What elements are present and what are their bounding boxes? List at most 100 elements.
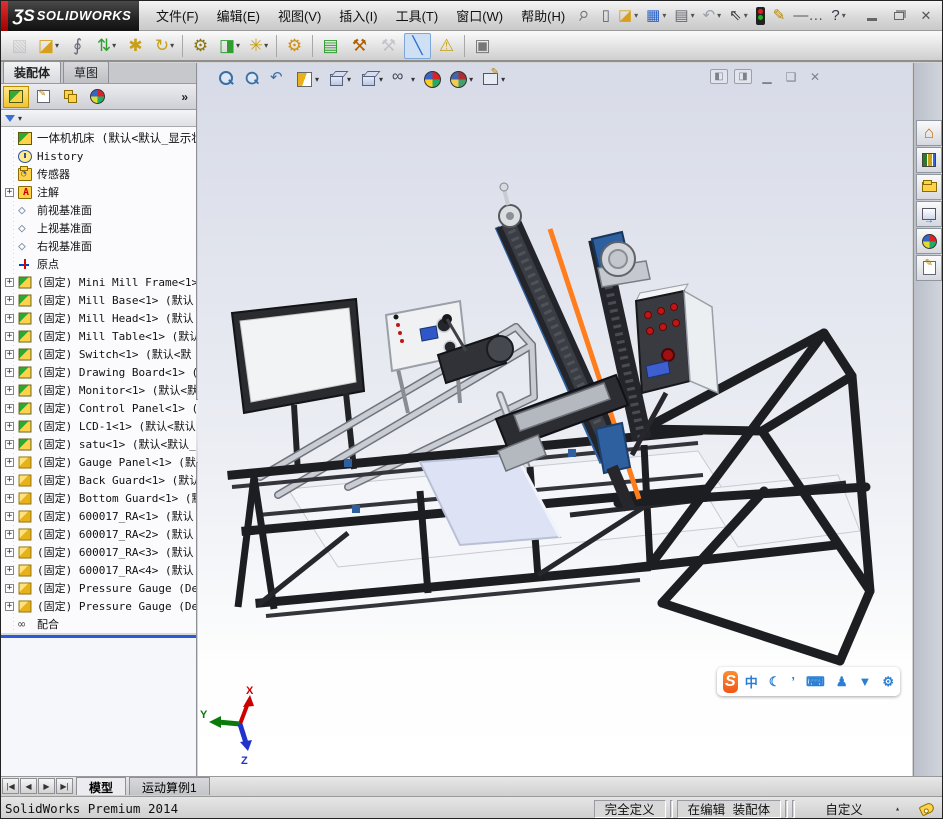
- ime-toolbox-icon[interactable]: ⚙: [882, 674, 894, 690]
- tree-item[interactable]: + (固定) 600017_RA<2> (默认: [1, 525, 196, 543]
- minimize-button[interactable]: [860, 7, 884, 25]
- menu-item[interactable]: 视图(V): [269, 2, 330, 29]
- dropdown-caret[interactable]: ▾: [264, 41, 268, 50]
- pane-split-left-button[interactable]: ◧: [710, 69, 728, 84]
- dropdown-caret[interactable]: ▾: [662, 11, 666, 20]
- tree-item[interactable]: + (固定) Back Guard<1> (默认: [1, 471, 196, 489]
- graphics-viewport[interactable]: X Y Z ▾ ▾ ▾ ▾: [198, 63, 912, 776]
- expand-toggle[interactable]: +: [5, 439, 14, 449]
- view-palette-icon[interactable]: [916, 201, 942, 227]
- dropdown-caret[interactable]: ▾: [55, 41, 59, 50]
- expand-toggle[interactable]: +: [5, 601, 14, 611]
- pushpin-icon[interactable]: ⚲: [574, 6, 591, 25]
- unavailable-tool-button[interactable]: ⚒ ▾: [375, 33, 402, 59]
- tree-item[interactable]: + (固定) Pressure Gauge (Def: [1, 579, 196, 597]
- tree-item[interactable]: + 原点: [1, 255, 196, 273]
- expand-toggle[interactable]: +: [5, 457, 14, 467]
- dropdown-caret[interactable]: ▾: [411, 75, 415, 84]
- menu-item[interactable]: 窗口(W): [447, 2, 512, 29]
- tree-item[interactable]: + (固定) satu<1> (默认<默认_: [1, 435, 196, 453]
- ime-chinese-mode-icon[interactable]: 中: [745, 672, 758, 691]
- assembly-features-button[interactable]: ⚙ ▾: [187, 33, 214, 59]
- appearances-scenes-icon[interactable]: [916, 228, 942, 254]
- propertymanager-tab[interactable]: [30, 86, 56, 108]
- custom-properties-icon[interactable]: [916, 255, 942, 281]
- options-button[interactable]: —… ▾: [790, 4, 826, 28]
- study-tab[interactable]: 运动算例1: [129, 777, 210, 795]
- expand-toggle[interactable]: +: [5, 475, 14, 485]
- tree-item[interactable]: + (固定) Mill Table<1> (默认: [1, 327, 196, 345]
- expand-toggle[interactable]: +: [5, 511, 14, 521]
- tree-item[interactable]: + (固定) Mill Head<1> (默认: [1, 309, 196, 327]
- ime-skin-icon[interactable]: ▼: [858, 674, 871, 689]
- new-part-button[interactable]: ◨ ▾: [216, 33, 243, 59]
- dropdown-caret[interactable]: ▾: [112, 41, 116, 50]
- tag-icon[interactable]: [918, 801, 936, 816]
- file-properties-button[interactable]: ✎ ▾: [770, 4, 789, 28]
- instant3d-button[interactable]: ╲ ▾: [404, 32, 431, 59]
- menu-item[interactable]: 工具(T): [387, 2, 448, 29]
- edit-appearance-icon[interactable]: ▾: [478, 67, 508, 90]
- zoom-to-fit-icon[interactable]: ▾: [214, 68, 238, 90]
- prev-tab-button[interactable]: ◀: [20, 778, 37, 794]
- expand-toggle[interactable]: +: [5, 331, 14, 341]
- section-view-icon[interactable]: ▾: [292, 68, 322, 90]
- display-style-icon[interactable]: ▾: [356, 68, 386, 90]
- dropdown-caret[interactable]: ▾: [744, 11, 748, 20]
- appearances-tab[interactable]: [84, 86, 110, 108]
- expand-toggle[interactable]: +: [5, 313, 14, 323]
- expand-toggle[interactable]: +: [5, 385, 14, 395]
- tree-item[interactable]: + (固定) LCD-1<1> (默认<默认: [1, 417, 196, 435]
- help-button[interactable]: ? ▾: [828, 4, 848, 28]
- design-library-icon[interactable]: [916, 147, 942, 173]
- study-tab[interactable]: 模型: [76, 777, 127, 795]
- dropdown-caret[interactable]: ▾: [717, 11, 721, 20]
- mate-button[interactable]: ∮ ▾: [64, 33, 91, 59]
- expand-toggle[interactable]: +: [5, 367, 14, 377]
- tree-item[interactable]: + 传感器: [1, 165, 196, 183]
- previous-view-icon[interactable]: ▾: [266, 68, 290, 90]
- dropdown-caret[interactable]: ▾: [842, 11, 846, 20]
- configurationmanager-tab[interactable]: [57, 86, 83, 108]
- dropdown-caret[interactable]: ▾: [691, 11, 695, 20]
- apply-scene-icon[interactable]: ▾: [420, 68, 444, 90]
- tree-item[interactable]: + (固定) Pressure Gauge (Def: [1, 597, 196, 615]
- solidworks-resources-icon[interactable]: ⌂: [916, 120, 942, 146]
- menu-item[interactable]: 插入(I): [330, 2, 386, 29]
- tree-item[interactable]: + 前视基准面: [1, 201, 196, 219]
- command-tab[interactable]: 装配体: [3, 61, 62, 83]
- status-custom[interactable]: 自定义: [799, 800, 889, 818]
- hide-show-items-icon[interactable]: ▾: [388, 68, 418, 90]
- dropdown-caret[interactable]: ▾: [315, 75, 319, 84]
- panel-overflow-chevron[interactable]: »: [181, 90, 194, 104]
- select-button[interactable]: ⇖ ▾: [726, 4, 751, 28]
- tree-item[interactable]: + 上视基准面: [1, 219, 196, 237]
- tree-item[interactable]: + (固定) Gauge Panel<1> (默: [1, 453, 196, 471]
- tree-item[interactable]: + (固定) Switch<1> (默认<默: [1, 345, 196, 363]
- dropdown-caret[interactable]: ▾: [236, 41, 240, 50]
- expand-toggle[interactable]: +: [5, 565, 14, 575]
- expand-toggle[interactable]: +: [5, 277, 14, 287]
- tree-item[interactable]: + (固定) Bottom Guard<1> (默: [1, 489, 196, 507]
- expand-toggle[interactable]: +: [5, 295, 14, 305]
- ime-punctuation-icon[interactable]: ’: [791, 674, 795, 689]
- tree-item[interactable]: + 右视基准面: [1, 237, 196, 255]
- first-tab-button[interactable]: |◀: [2, 778, 19, 794]
- dropdown-caret[interactable]: ▾: [469, 75, 473, 84]
- tree-item[interactable]: + (固定) Monitor<1> (默认<默: [1, 381, 196, 399]
- tree-item[interactable]: + 注解: [1, 183, 196, 201]
- save-button[interactable]: ▦ ▾: [643, 4, 669, 28]
- expand-toggle[interactable]: +: [5, 493, 14, 503]
- new-document-button[interactable]: ▯ ▾: [599, 4, 613, 28]
- command-tab[interactable]: 草图: [63, 61, 110, 83]
- expand-toggle[interactable]: +: [5, 349, 14, 359]
- expand-toggle[interactable]: +: [5, 547, 14, 557]
- child-minimize-button[interactable]: ▁: [758, 69, 776, 84]
- tree-item[interactable]: + (固定) 600017_RA<1> (默认: [1, 507, 196, 525]
- last-tab-button[interactable]: ▶|: [56, 778, 73, 794]
- exploded-view-button[interactable]: ▤ ▾: [317, 33, 344, 59]
- child-restore-button[interactable]: ❑: [782, 69, 800, 84]
- large-assembly-mode-button[interactable]: ⚠ ▾: [433, 33, 460, 59]
- expand-toggle[interactable]: +: [5, 403, 14, 413]
- move-component-button[interactable]: ⇅ ▾: [93, 33, 120, 59]
